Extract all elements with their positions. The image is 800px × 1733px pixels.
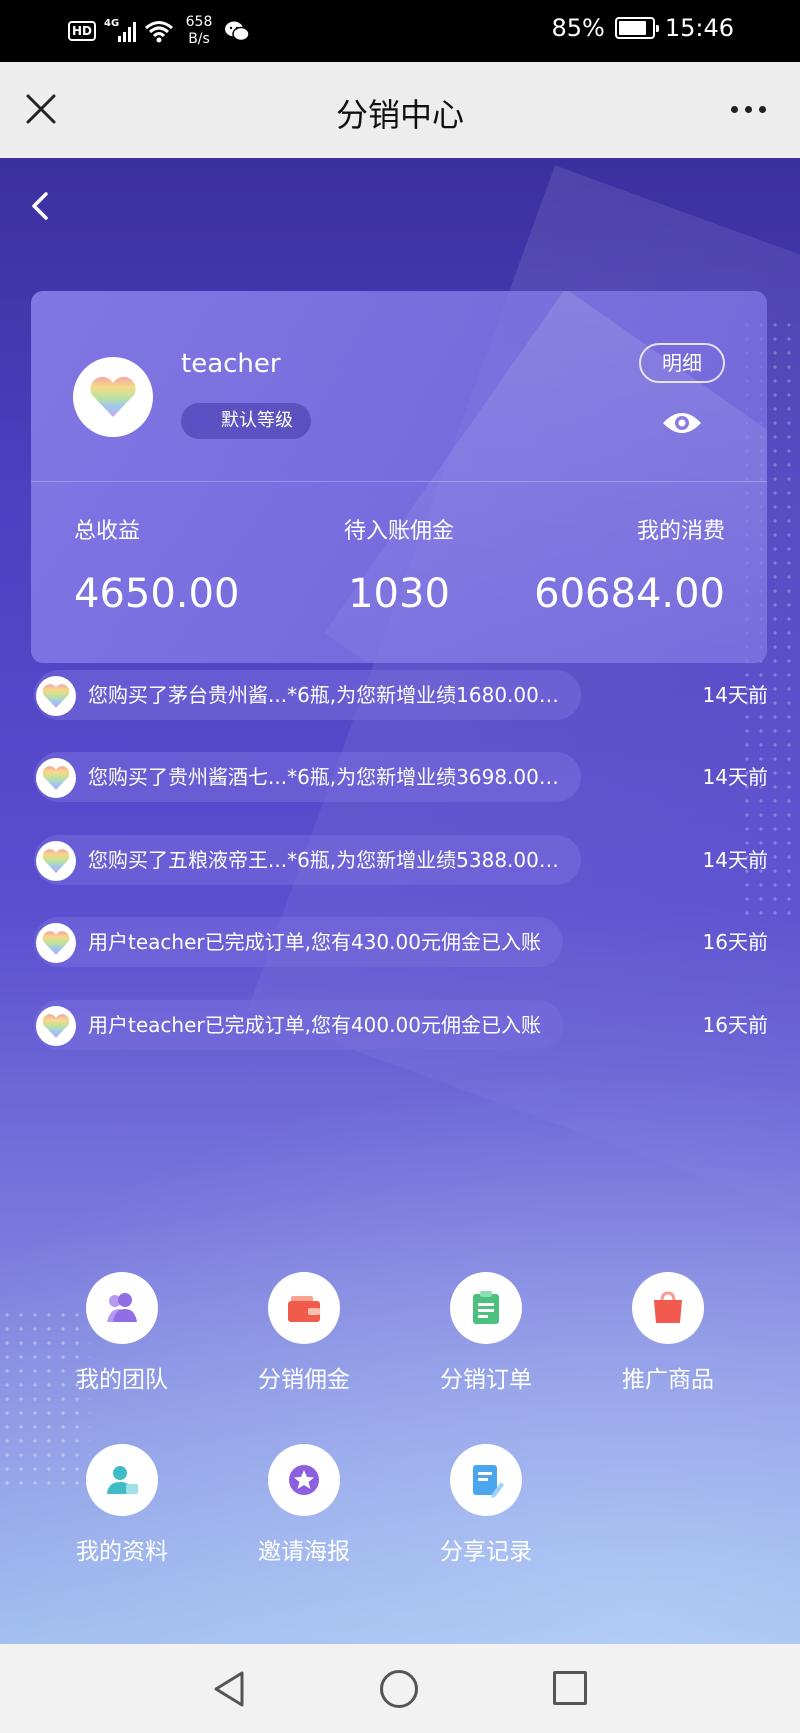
menu-label: 我的团队: [76, 1367, 168, 1393]
feed-item: 您购买了贵州酱酒七...*6瓶,为您新增业绩3698.00… 14天前: [34, 752, 768, 802]
feed-message: 用户teacher已完成订单,您有430.00元佣金已入账: [34, 917, 563, 967]
status-left: HD 4G 658 B/s: [68, 12, 250, 50]
heart-avatar-icon: [42, 931, 70, 955]
menu-icon-circle: [86, 1444, 158, 1516]
feed-message: 用户teacher已完成订单,您有400.00元佣金已入账: [34, 1000, 563, 1050]
level-icon: [189, 411, 209, 431]
hd-indicator: HD: [68, 21, 97, 41]
feed-message: 您购买了贵州酱酒七...*6瓶,为您新增业绩3698.00…: [34, 752, 581, 802]
back-arrow-icon[interactable]: [26, 186, 56, 226]
menu-icon-circle: [632, 1272, 704, 1344]
profile-icon: [107, 1466, 138, 1494]
battery-fill: [618, 21, 647, 35]
main-content: teacher 默认等级 明细 总收益 4650.00 待入账佣金 1030 我…: [0, 158, 800, 1644]
avatar: [36, 923, 76, 963]
clock: 15:46: [664, 14, 734, 42]
feed-message: 您购买了五粮液帝王...*6瓶,为您新增业绩5388.00…: [34, 835, 581, 885]
feed-time: 16天前: [702, 1013, 768, 1037]
speed-value: 658: [185, 14, 213, 30]
wallet-icon: [288, 1296, 320, 1322]
clipboard-icon: [473, 1291, 499, 1324]
menu-item-invite-poster[interactable]: 邀请海报: [234, 1444, 374, 1566]
status-right: 85% 15:46: [551, 14, 734, 42]
feed-message: 您购买了茅台贵州酱...*6瓶,为您新增业绩1680.00…: [34, 670, 581, 720]
level-badge: 默认等级: [181, 403, 311, 439]
menu-item-promote-products[interactable]: 推广商品: [598, 1272, 738, 1394]
username: teacher: [181, 349, 281, 379]
menu-item-commission[interactable]: 分销佣金: [234, 1272, 374, 1394]
menu-label: 分销佣金: [258, 1367, 350, 1393]
stat-label: 我的消费: [636, 519, 725, 544]
menu-icon-circle: [268, 1444, 340, 1516]
feed-item: 您购买了茅台贵州酱...*6瓶,为您新增业绩1680.00… 14天前: [34, 670, 768, 720]
menu-icon-circle: [86, 1272, 158, 1344]
feed-item: 您购买了五粮液帝王...*6瓶,为您新增业绩5388.00… 14天前: [34, 835, 768, 885]
avatar: [36, 1006, 76, 1046]
detail-button[interactable]: 明细: [639, 343, 725, 383]
status-bar: HD 4G 658 B/s 85% 15:46: [0, 0, 800, 62]
menu-label: 分享记录: [440, 1539, 532, 1565]
feed-item: 用户teacher已完成订单,您有430.00元佣金已入账 16天前: [34, 917, 768, 967]
title-bar: 分销中心: [0, 62, 800, 158]
menu-icon-circle: [450, 1272, 522, 1344]
feed-item: 用户teacher已完成订单,您有400.00元佣金已入账 16天前: [34, 1000, 768, 1050]
menu-item-share-records[interactable]: 分享记录: [416, 1444, 556, 1566]
menu-label: 邀请海报: [258, 1539, 350, 1565]
stat-my-spending[interactable]: 我的消费 60684.00: [534, 513, 725, 617]
menu-item-my-profile[interactable]: 我的资料: [52, 1444, 192, 1566]
card-divider: [31, 481, 767, 482]
feed-time: 14天前: [702, 848, 768, 872]
menu-label: 分销订单: [440, 1367, 532, 1393]
menu-item-my-team[interactable]: 我的团队: [52, 1272, 192, 1394]
menu-icon-circle: [450, 1444, 522, 1516]
eye-icon[interactable]: [661, 409, 703, 437]
heart-avatar-icon: [42, 766, 70, 790]
feed-time: 14天前: [702, 765, 768, 789]
menu-label: 我的资料: [76, 1539, 168, 1565]
star-badge-icon: [289, 1465, 319, 1495]
feed-time: 16天前: [702, 930, 768, 954]
profile-card: teacher 默认等级 明细 总收益 4650.00 待入账佣金 1030 我…: [31, 291, 767, 663]
battery-icon: [614, 17, 659, 39]
stat-value: 60684.00: [534, 571, 725, 617]
feed-time: 14天前: [702, 683, 768, 707]
more-options-icon[interactable]: [731, 106, 766, 113]
avatar: [36, 758, 76, 798]
heart-avatar-icon: [42, 684, 70, 708]
system-nav-bar: [0, 1644, 800, 1733]
avatar: [36, 676, 76, 716]
nav-back-icon[interactable]: [210, 1668, 250, 1710]
nav-recent-apps-icon[interactable]: [553, 1671, 587, 1705]
wechat-icon: [225, 21, 250, 42]
nav-home-icon[interactable]: [380, 1670, 418, 1708]
heart-avatar-icon: [90, 376, 136, 417]
heart-avatar-icon: [42, 1014, 70, 1038]
menu-label: 推广商品: [622, 1367, 714, 1393]
speed-unit: B/s: [188, 31, 210, 47]
team-icon: [107, 1293, 137, 1322]
heart-avatar-icon: [42, 849, 70, 873]
page-title: 分销中心: [335, 96, 464, 134]
record-icon: [473, 1465, 504, 1498]
menu-icon-circle: [268, 1272, 340, 1344]
level-label: 默认等级: [221, 410, 293, 431]
network-speed: 658 B/s: [182, 14, 216, 48]
network-type: 4G: [104, 18, 120, 29]
wifi-icon: [145, 21, 173, 43]
menu-item-orders[interactable]: 分销订单: [416, 1272, 556, 1394]
signal-icon: 4G: [104, 18, 137, 42]
shopping-bag-icon: [654, 1291, 682, 1323]
battery-percent: 85%: [551, 14, 605, 42]
avatar[interactable]: [73, 357, 153, 437]
avatar: [36, 841, 76, 881]
